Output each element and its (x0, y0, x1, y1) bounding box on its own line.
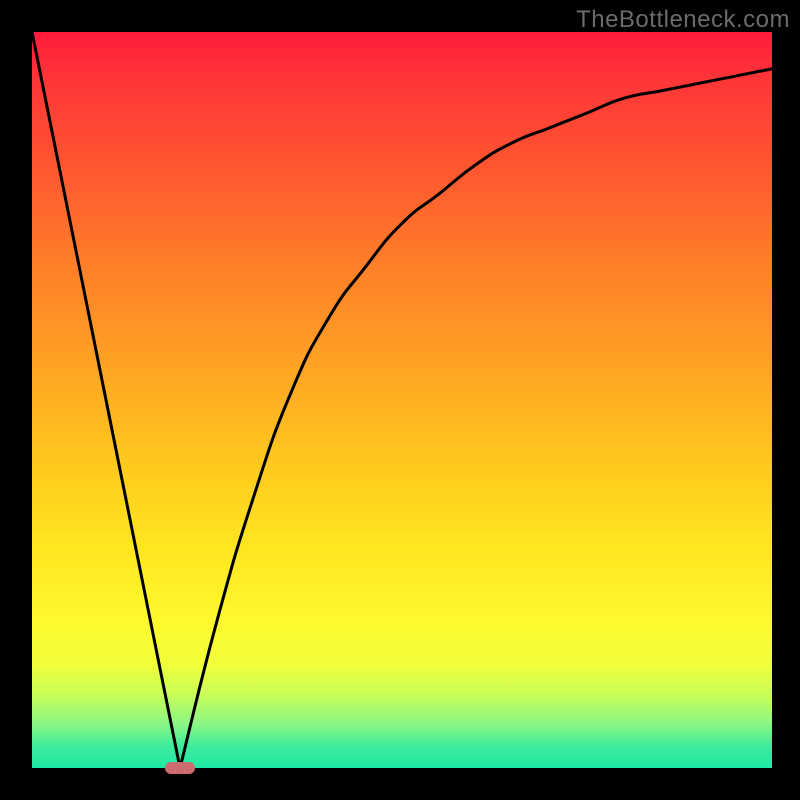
bottleneck-curve (32, 32, 772, 768)
curve-layer (32, 32, 772, 768)
watermark-text: TheBottleneck.com (576, 6, 790, 34)
chart-frame: TheBottleneck.com (0, 0, 800, 800)
minimum-marker (165, 762, 195, 774)
plot-area (32, 32, 772, 768)
